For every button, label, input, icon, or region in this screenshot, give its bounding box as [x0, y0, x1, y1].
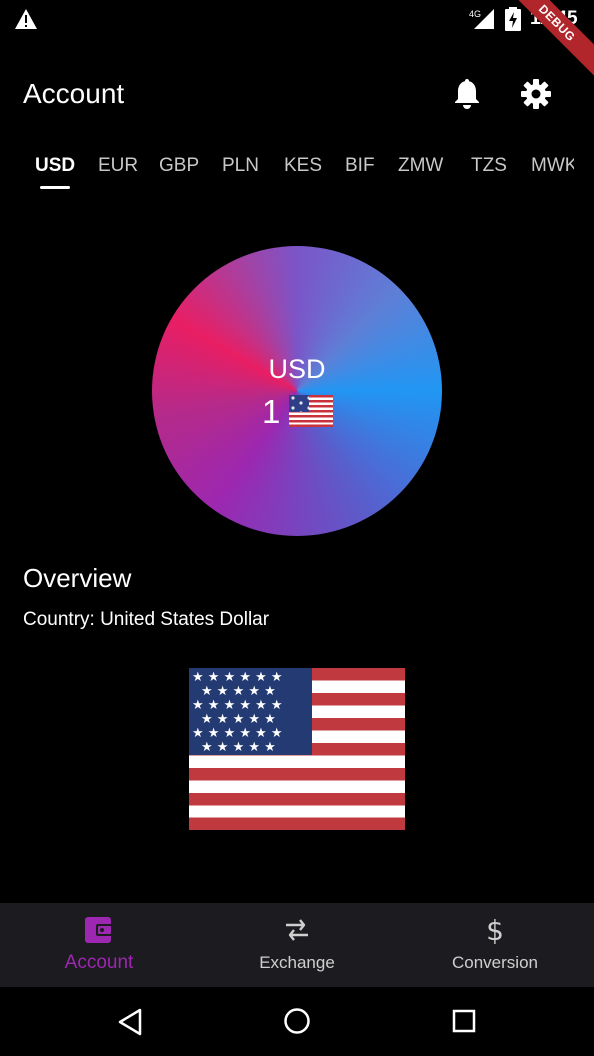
country-label: Country: United States Dollar — [23, 609, 270, 630]
svg-text:★ ★ ★ ★ ★: ★ ★ ★ ★ ★ — [201, 712, 276, 727]
home-icon[interactable] — [283, 1007, 311, 1035]
nav-exchange[interactable]: Exchange — [198, 903, 396, 987]
tab-mwk[interactable]: MWK — [531, 155, 574, 177]
svg-text:★ ★ ★ ★ ★ ★: ★ ★ ★ ★ ★ ★ — [192, 726, 283, 741]
page-title: Account — [23, 78, 125, 109]
nav-account[interactable]: Account — [0, 903, 198, 987]
tab-bif[interactable]: BIF — [345, 155, 375, 177]
warning-icon — [15, 9, 37, 29]
tab-tzs[interactable]: TZS — [471, 155, 507, 177]
tab-zmw[interactable]: ZMW — [398, 155, 443, 177]
dollar-icon: $ — [486, 915, 504, 945]
tab-eur[interactable]: EUR — [98, 155, 138, 177]
svg-text:★ ★ ★ ★ ★: ★ ★ ★ ★ ★ — [201, 740, 276, 755]
us-flag-icon: ★ ★ ★ ★ ★ ★ ★ ★ ★ ★ ★ ★ ★ ★ ★ ★ ★ ★ ★ ★ … — [189, 668, 405, 830]
nav-exchange-label: Exchange — [259, 953, 335, 972]
battery-charging-icon — [505, 7, 521, 31]
svg-text:★ ★ ★ ★ ★: ★ ★ ★ ★ ★ — [201, 684, 276, 699]
currency-tabs: USD EUR GBP PLN KES BIF ZMW TZS MWK — [0, 140, 574, 196]
tab-gbp[interactable]: GBP — [159, 155, 199, 177]
currency-circle — [152, 246, 442, 536]
recents-icon[interactable] — [452, 1009, 476, 1033]
network-label: 4G — [469, 9, 481, 19]
tab-usd[interactable]: USD — [35, 155, 75, 177]
status-bar: 4G 11:45 DEBUG — [0, 0, 594, 84]
currency-code: USD — [268, 354, 326, 384]
bottom-navigation: Account Exchange $ Conversion — [0, 903, 594, 987]
back-icon[interactable] — [116, 1007, 144, 1037]
signal-icon: 4G — [469, 9, 494, 29]
svg-text:★ ★ ★ ★ ★ ★: ★ ★ ★ ★ ★ ★ — [192, 670, 283, 685]
tab-pln[interactable]: PLN — [222, 155, 259, 177]
svg-text:$: $ — [486, 915, 504, 945]
system-navigation — [0, 987, 594, 1056]
wallet-icon — [85, 917, 113, 943]
swap-arrows-icon — [286, 919, 308, 941]
overview-heading: Overview — [23, 563, 132, 593]
svg-text:★ ★ ★ ★ ★ ★: ★ ★ ★ ★ ★ ★ — [192, 698, 283, 713]
tab-kes[interactable]: KES — [284, 155, 322, 177]
us-flag-icon — [289, 395, 333, 427]
bell-icon[interactable] — [452, 78, 482, 110]
nav-account-label: Account — [64, 952, 134, 973]
nav-conversion[interactable]: $ Conversion — [396, 903, 594, 987]
tab-indicator — [40, 186, 70, 189]
nav-conversion-label: Conversion — [452, 953, 538, 972]
gear-icon[interactable] — [520, 78, 552, 110]
currency-amount: 1 — [262, 393, 281, 430]
